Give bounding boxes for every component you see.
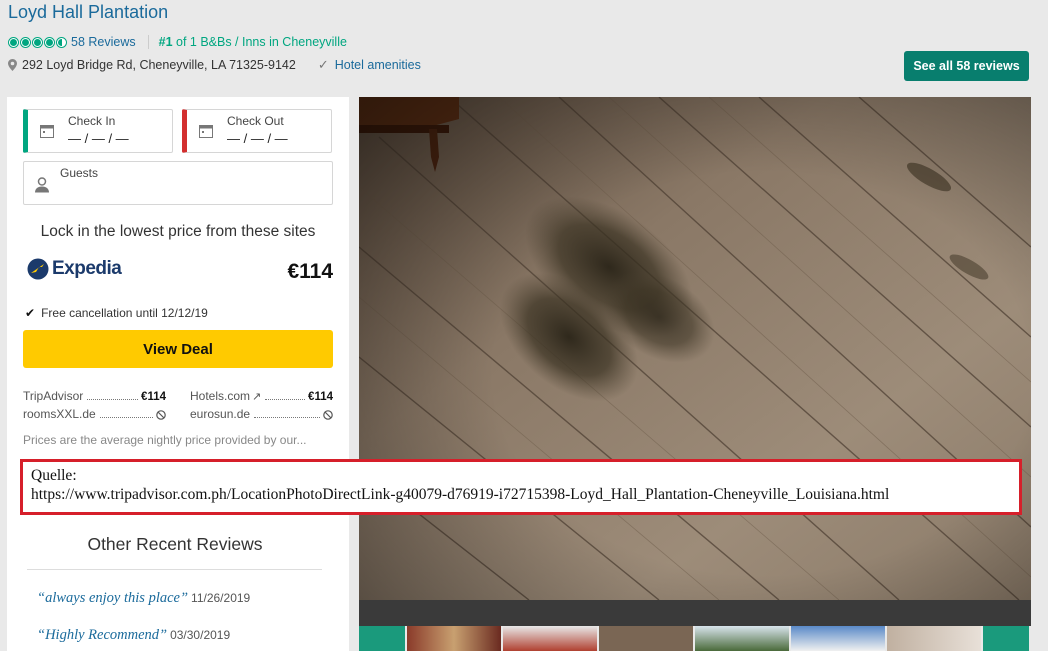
check-in-field[interactable]: Check In — / — / —: [23, 109, 173, 153]
provider-row[interactable]: Hotels.com ↗ €114: [190, 389, 333, 403]
review-item[interactable]: “always enjoy this place” 11/26/2019: [37, 589, 250, 607]
address-row: 292 Loyd Bridge Rd, Cheneyville, LA 7132…: [8, 57, 421, 73]
floor-photo-image: [359, 97, 1031, 600]
review-item[interactable]: “Highly Recommend” 03/30/2019: [37, 626, 230, 644]
reviews-link[interactable]: 58 Reviews: [71, 35, 136, 49]
thumbnail-image[interactable]: [407, 626, 501, 651]
prices-note: Prices are the average nightly price pro…: [23, 433, 307, 447]
review-quote[interactable]: “Highly Recommend”: [37, 627, 167, 643]
leader-dots: [254, 417, 320, 418]
provider-row[interactable]: eurosun.de: [190, 407, 333, 421]
unavailable-icon: [156, 410, 166, 420]
person-icon: [35, 177, 49, 193]
hotel-title: Loyd Hall Plantation: [8, 2, 169, 22]
photo-thumbnails: [359, 626, 1031, 651]
provider-name: roomsXXL.de: [23, 407, 96, 421]
checkmark-icon: ✓: [317, 57, 329, 72]
rating-bubble-icon: [8, 36, 19, 48]
divider: [147, 35, 149, 49]
rating-bubble-icon: [20, 36, 31, 48]
thumbnail-image[interactable]: [503, 626, 597, 651]
provider-name: Hotels.com: [190, 389, 251, 403]
provider-name: eurosun.de: [190, 407, 251, 421]
calendar-icon: [199, 125, 213, 138]
expedia-name: Expedia: [52, 258, 122, 279]
provider-name: TripAdvisor: [23, 389, 84, 403]
thumbnail-nav-left[interactable]: [359, 626, 405, 651]
guests-label: Guests: [60, 166, 99, 180]
rating-row: 58 Reviews #1 of 1 B&Bs / Inns in Cheney…: [8, 34, 347, 50]
rank-number: #1: [158, 35, 173, 49]
other-reviews-heading: Other Recent Reviews: [87, 534, 263, 554]
leader-dots: [265, 399, 306, 400]
source-annotation: Quelle: https://www.tripadvisor.com.ph/L…: [20, 459, 1022, 515]
leader-dots: [99, 417, 153, 418]
leader-dots: [87, 399, 139, 400]
ranking-link[interactable]: #1 of 1 B&Bs / Inns in Cheneyville: [159, 35, 347, 49]
thumbnail-image[interactable]: [887, 626, 981, 651]
checkmark-icon: ✔: [25, 306, 36, 320]
calendar-icon: [40, 125, 54, 138]
thumbnail-nav-right[interactable]: [983, 626, 1029, 651]
rating-bubbles: [8, 36, 67, 48]
external-link-icon: ↗: [252, 391, 262, 403]
rank-text: of 1 B&Bs / Inns in Cheneyville: [172, 35, 347, 49]
review-quote[interactable]: “always enjoy this place”: [37, 590, 188, 606]
provider-row[interactable]: TripAdvisor €114: [23, 389, 166, 403]
provider-price: €114: [308, 391, 333, 403]
rating-half-bubble-icon: [56, 36, 67, 48]
check-out-label: Check Out: [227, 114, 284, 128]
unavailable-icon: [323, 410, 333, 420]
free-cancellation-note: ✔ Free cancellation until 12/12/19: [25, 306, 208, 320]
lowest-price-heading: Lock in the lowest price from these site…: [40, 223, 316, 240]
check-out-field[interactable]: Check Out — / — / —: [182, 109, 332, 153]
view-deal-button[interactable]: View Deal: [23, 330, 333, 368]
booking-panel: Check In — / — / — Check Out — / — / — G…: [7, 97, 349, 651]
address-text: 292 Loyd Bridge Rd, Cheneyville, LA 7132…: [22, 58, 296, 72]
source-url: https://www.tripadvisor.com.ph/LocationP…: [31, 486, 890, 503]
review-date: 11/26/2019: [191, 591, 251, 605]
map-pin-icon: [8, 59, 17, 71]
divider: [27, 569, 322, 570]
rating-bubble-icon: [44, 36, 55, 48]
free-cancellation-text: Free cancellation until 12/12/19: [41, 306, 208, 320]
expedia-globe-icon: [27, 258, 49, 280]
provider-price: €114: [141, 391, 166, 403]
expedia-price: €114: [287, 260, 333, 283]
hotel-photo[interactable]: [359, 97, 1031, 600]
review-date: 03/30/2019: [170, 628, 231, 642]
expedia-logo[interactable]: Expedia: [27, 258, 122, 280]
rating-bubble-icon: [32, 36, 43, 48]
check-out-value: — / — / —: [227, 131, 288, 146]
check-in-value: — / — / —: [68, 131, 129, 146]
provider-row[interactable]: roomsXXL.de: [23, 407, 166, 421]
check-in-label: Check In: [68, 114, 116, 128]
see-all-reviews-button[interactable]: See all 58 reviews: [904, 51, 1029, 81]
thumbnail-image[interactable]: [791, 626, 885, 651]
hotel-amenities-link[interactable]: Hotel amenities: [335, 58, 421, 72]
thumbnail-image[interactable]: [599, 626, 693, 651]
source-label: Quelle:: [31, 467, 77, 484]
guests-field[interactable]: Guests: [23, 161, 333, 205]
thumbnail-image[interactable]: [695, 626, 789, 651]
photo-caption-bar: [359, 600, 1031, 626]
